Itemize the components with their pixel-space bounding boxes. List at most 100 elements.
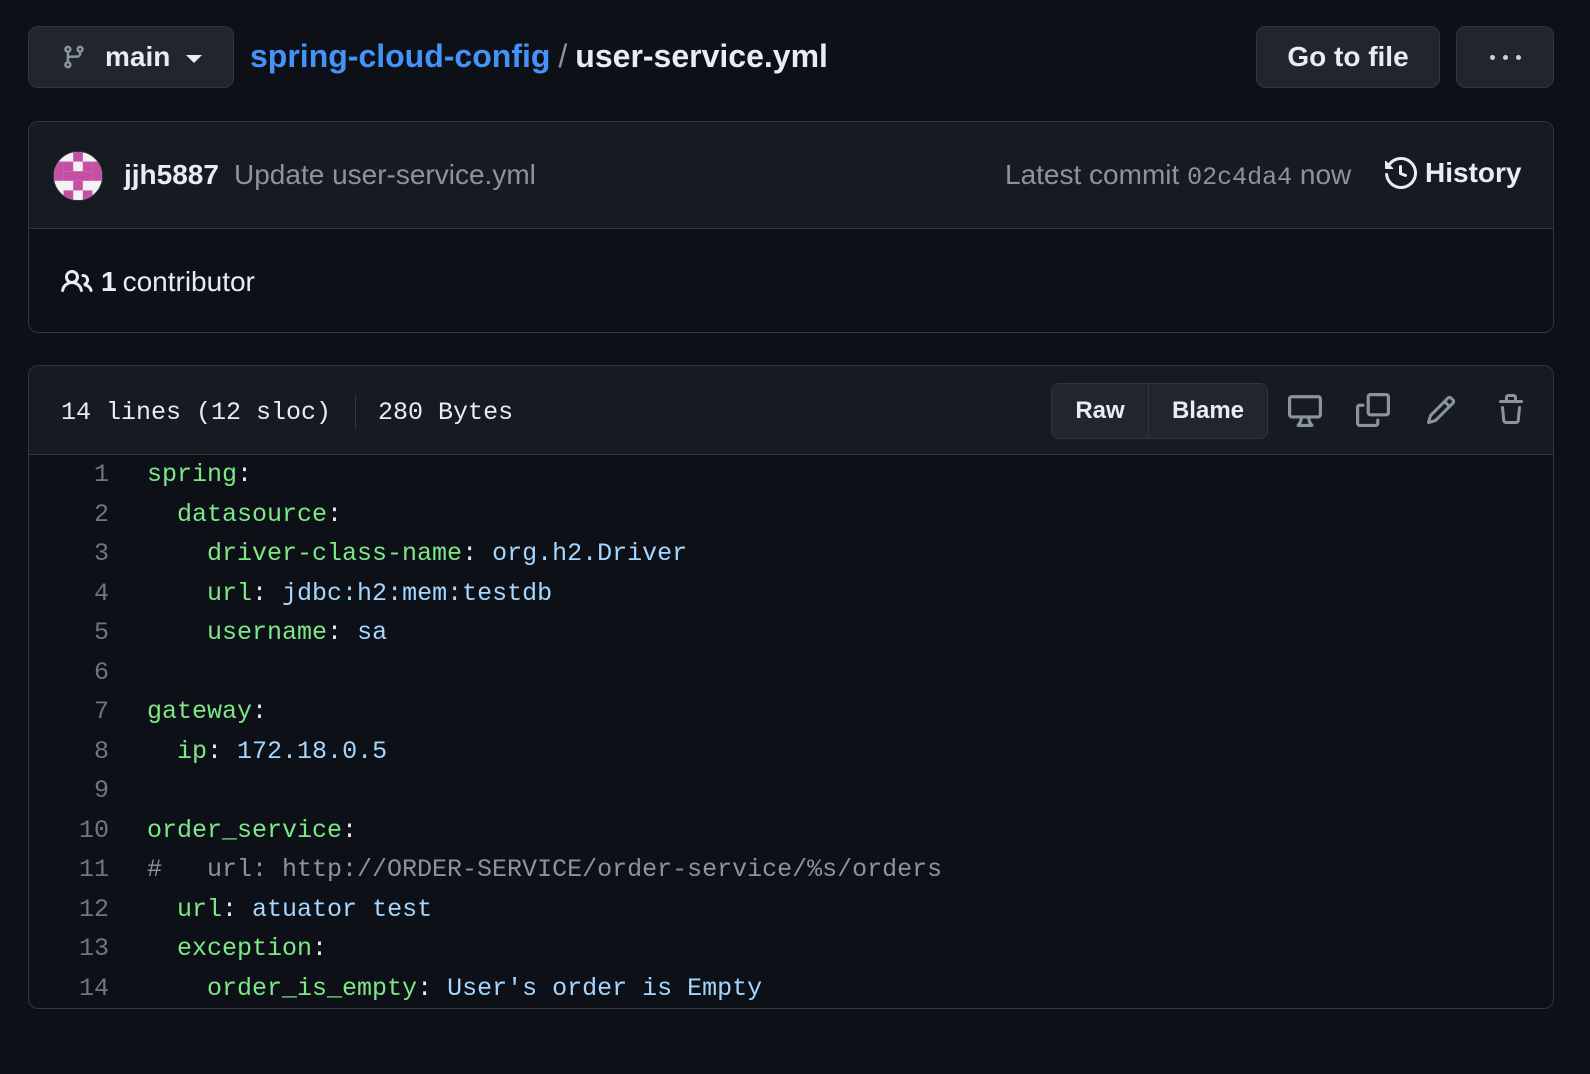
line-number[interactable]: 6 (29, 658, 147, 687)
line-number[interactable]: 10 (29, 816, 147, 845)
yaml-value: 172.18.0.5 (237, 736, 388, 766)
commit-time: now (1299, 159, 1352, 190)
yaml-separator: : (342, 815, 358, 845)
file-size: 280 Bytes (378, 397, 514, 427)
trash-icon[interactable] (1491, 390, 1531, 430)
go-to-file-button[interactable]: Go to file (1256, 26, 1440, 88)
chevron-down-icon (186, 55, 203, 63)
avatar[interactable] (53, 151, 103, 201)
line-content: # url: http://ORDER-SERVICE/order-servic… (147, 855, 942, 884)
code-line: 14 order_is_empty: User's order is Empty (29, 969, 1553, 1009)
identicon-icon (54, 152, 102, 200)
yaml-separator: : (252, 578, 283, 608)
yaml-key: datasource (177, 499, 328, 529)
yaml-separator: : (417, 973, 448, 1003)
line-content: url: jdbc:h2:mem:testdb (147, 579, 552, 608)
yaml-key: order_service (147, 815, 343, 845)
yaml-separator: : (222, 894, 253, 924)
breadcrumb-repo-link[interactable]: spring-cloud-config (250, 38, 550, 74)
yaml-key: driver-class-name (207, 539, 463, 569)
history-label: History (1425, 157, 1522, 188)
yaml-value: sa (357, 618, 388, 648)
yaml-value: org.h2.Driver (492, 539, 688, 569)
branch-selector-button[interactable]: main (28, 26, 234, 88)
yaml-key: order_is_empty (207, 973, 418, 1003)
yaml-value: jdbc:h2:mem:testdb (282, 578, 553, 608)
line-content: exception: (147, 934, 327, 963)
code-line: 7 gateway: (29, 692, 1553, 732)
code-line: 2 datasource: (29, 495, 1553, 535)
line-content: driver-class-name: org.h2.Driver (147, 539, 687, 568)
pencil-icon[interactable] (1421, 390, 1461, 430)
yaml-separator: : (237, 460, 253, 490)
commit-message[interactable]: Update user-service.yml (234, 159, 536, 191)
line-number[interactable]: 2 (29, 500, 147, 529)
line-number[interactable]: 3 (29, 539, 147, 568)
line-content: spring: (147, 460, 252, 489)
divider (355, 394, 357, 430)
yaml-key: spring (147, 460, 238, 490)
kebab-dot (1489, 54, 1495, 60)
line-content: url: atuator test (147, 895, 432, 924)
latest-commit-info: Latest commit 02c4da4 now (1005, 159, 1351, 192)
line-number[interactable]: 5 (29, 618, 147, 647)
yaml-separator: : (462, 539, 493, 569)
desktop-icon[interactable] (1285, 390, 1325, 430)
file-navigation: main spring-cloud-config / user-service.ym… (28, 26, 1576, 90)
yaml-value: atuator test (252, 894, 433, 924)
line-number[interactable]: 1 (29, 460, 147, 489)
yaml-key: exception (177, 934, 313, 964)
blame-button[interactable]: Blame (1149, 384, 1267, 438)
yaml-comment: # url: http://ORDER-SERVICE/order-servic… (147, 855, 943, 885)
line-number[interactable]: 9 (29, 776, 147, 805)
code-line: 11 # url: http://ORDER-SERVICE/order-serv… (29, 850, 1553, 890)
commit-author[interactable]: jjh5887 (124, 159, 219, 191)
more-options-button[interactable] (1456, 26, 1554, 88)
line-content: datasource: (147, 500, 342, 529)
yaml-key: url (177, 894, 223, 924)
kebab-dot (1515, 54, 1521, 60)
file-header: 14 lines (12 sloc) 280 Bytes Raw Blame (29, 366, 1553, 455)
line-number[interactable]: 11 (29, 855, 147, 884)
line-content: gateway: (147, 697, 267, 726)
contributor-count: 1 (101, 266, 117, 297)
copy-icon[interactable] (1353, 390, 1393, 430)
line-number[interactable]: 12 (29, 895, 147, 924)
yaml-key: ip (177, 736, 208, 766)
people-icon (61, 269, 93, 293)
kebab-dot (1502, 54, 1508, 60)
branch-name: main (105, 41, 171, 72)
breadcrumb-separator: / (558, 38, 568, 74)
latest-commit-label: Latest commit (1005, 159, 1180, 190)
line-content: order_is_empty: User's order is Empty (147, 974, 762, 1003)
line-number[interactable]: 14 (29, 974, 147, 1003)
contributor-label: contributor (122, 266, 255, 297)
line-count: 14 lines (12 sloc) (61, 397, 332, 427)
latest-commit-row: jjh5887 Update user-service.yml Latest c… (29, 122, 1553, 229)
raw-blame-group: Raw Blame (1051, 383, 1268, 439)
history-link[interactable]: History (1385, 157, 1521, 189)
yaml-value: User's order is Empty (447, 973, 763, 1003)
line-number[interactable]: 8 (29, 737, 147, 766)
code-line: 12 url: atuator test (29, 890, 1553, 930)
contributors-row[interactable]: 1 contributor (61, 266, 255, 298)
line-number[interactable]: 13 (29, 934, 147, 963)
raw-button[interactable]: Raw (1052, 384, 1149, 438)
code-line: 13 exception: (29, 929, 1553, 969)
code-line: 6 (29, 653, 1553, 693)
code-line: 4 url: jdbc:h2:mem:testdb (29, 574, 1553, 614)
yaml-separator: : (252, 697, 268, 727)
yaml-separator: : (207, 736, 238, 766)
line-content: ip: 172.18.0.5 (147, 737, 387, 766)
line-number[interactable]: 7 (29, 697, 147, 726)
commit-sha-link[interactable]: 02c4da4 (1187, 163, 1292, 192)
yaml-separator: : (312, 934, 328, 964)
line-number[interactable]: 4 (29, 579, 147, 608)
yaml-key: username (207, 618, 328, 648)
